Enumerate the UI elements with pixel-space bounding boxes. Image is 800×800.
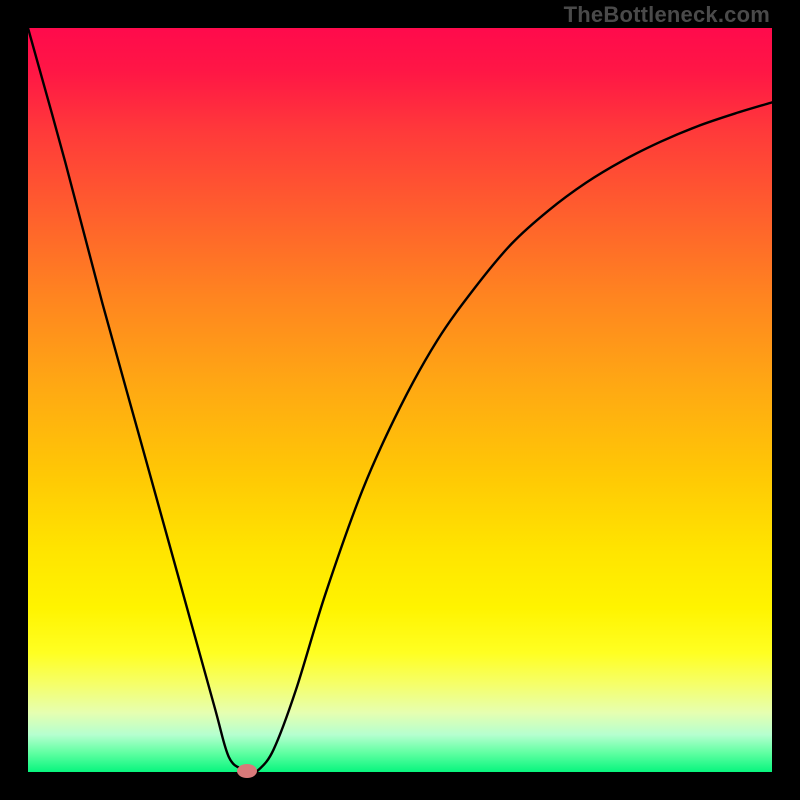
attribution-text: TheBottleneck.com (564, 2, 770, 28)
bottleneck-curve-path (28, 28, 772, 772)
optimal-point-marker (237, 764, 257, 778)
chart-curve-svg (28, 28, 772, 772)
chart-frame: TheBottleneck.com (0, 0, 800, 800)
